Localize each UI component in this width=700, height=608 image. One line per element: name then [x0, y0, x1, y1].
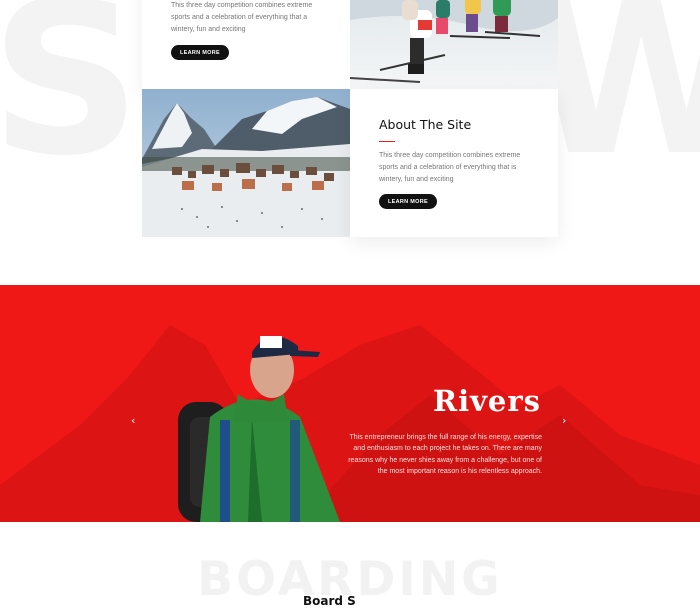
hiker-image: [178, 336, 340, 522]
chevron-left-icon: ‹: [131, 414, 136, 427]
card-top-description: This three day competition combines extr…: [171, 2, 313, 33]
boarding-section-heading: Board S: [303, 594, 356, 608]
about-title: About The Site: [379, 117, 472, 132]
card-top-text: This three day competition combines extr…: [142, 0, 350, 89]
photo-kids-skiing: [350, 0, 558, 89]
about-description: This three day competition combines extr…: [379, 152, 521, 183]
title-underline: [379, 141, 395, 142]
card-about-site: About The Site This three day competitio…: [350, 89, 558, 237]
chevron-right-icon: ›: [562, 414, 567, 427]
slider-prev-arrow[interactable]: ‹: [131, 414, 135, 427]
photo-mountain-village: [142, 89, 350, 237]
learn-more-button-top[interactable]: LEARN MORE: [171, 45, 229, 60]
slider-next-arrow[interactable]: ›: [562, 414, 566, 427]
hero-description: This entrepreneur brings the full range …: [348, 434, 542, 475]
learn-more-button-about[interactable]: LEARN MORE: [379, 194, 437, 209]
mountain-village-image: [142, 89, 350, 237]
kids-skiing-image: [350, 0, 558, 89]
hero-title: Rivers: [432, 384, 541, 418]
rivers-hero-section: ‹ › Rivers This entrepreneur brings the …: [0, 285, 700, 522]
